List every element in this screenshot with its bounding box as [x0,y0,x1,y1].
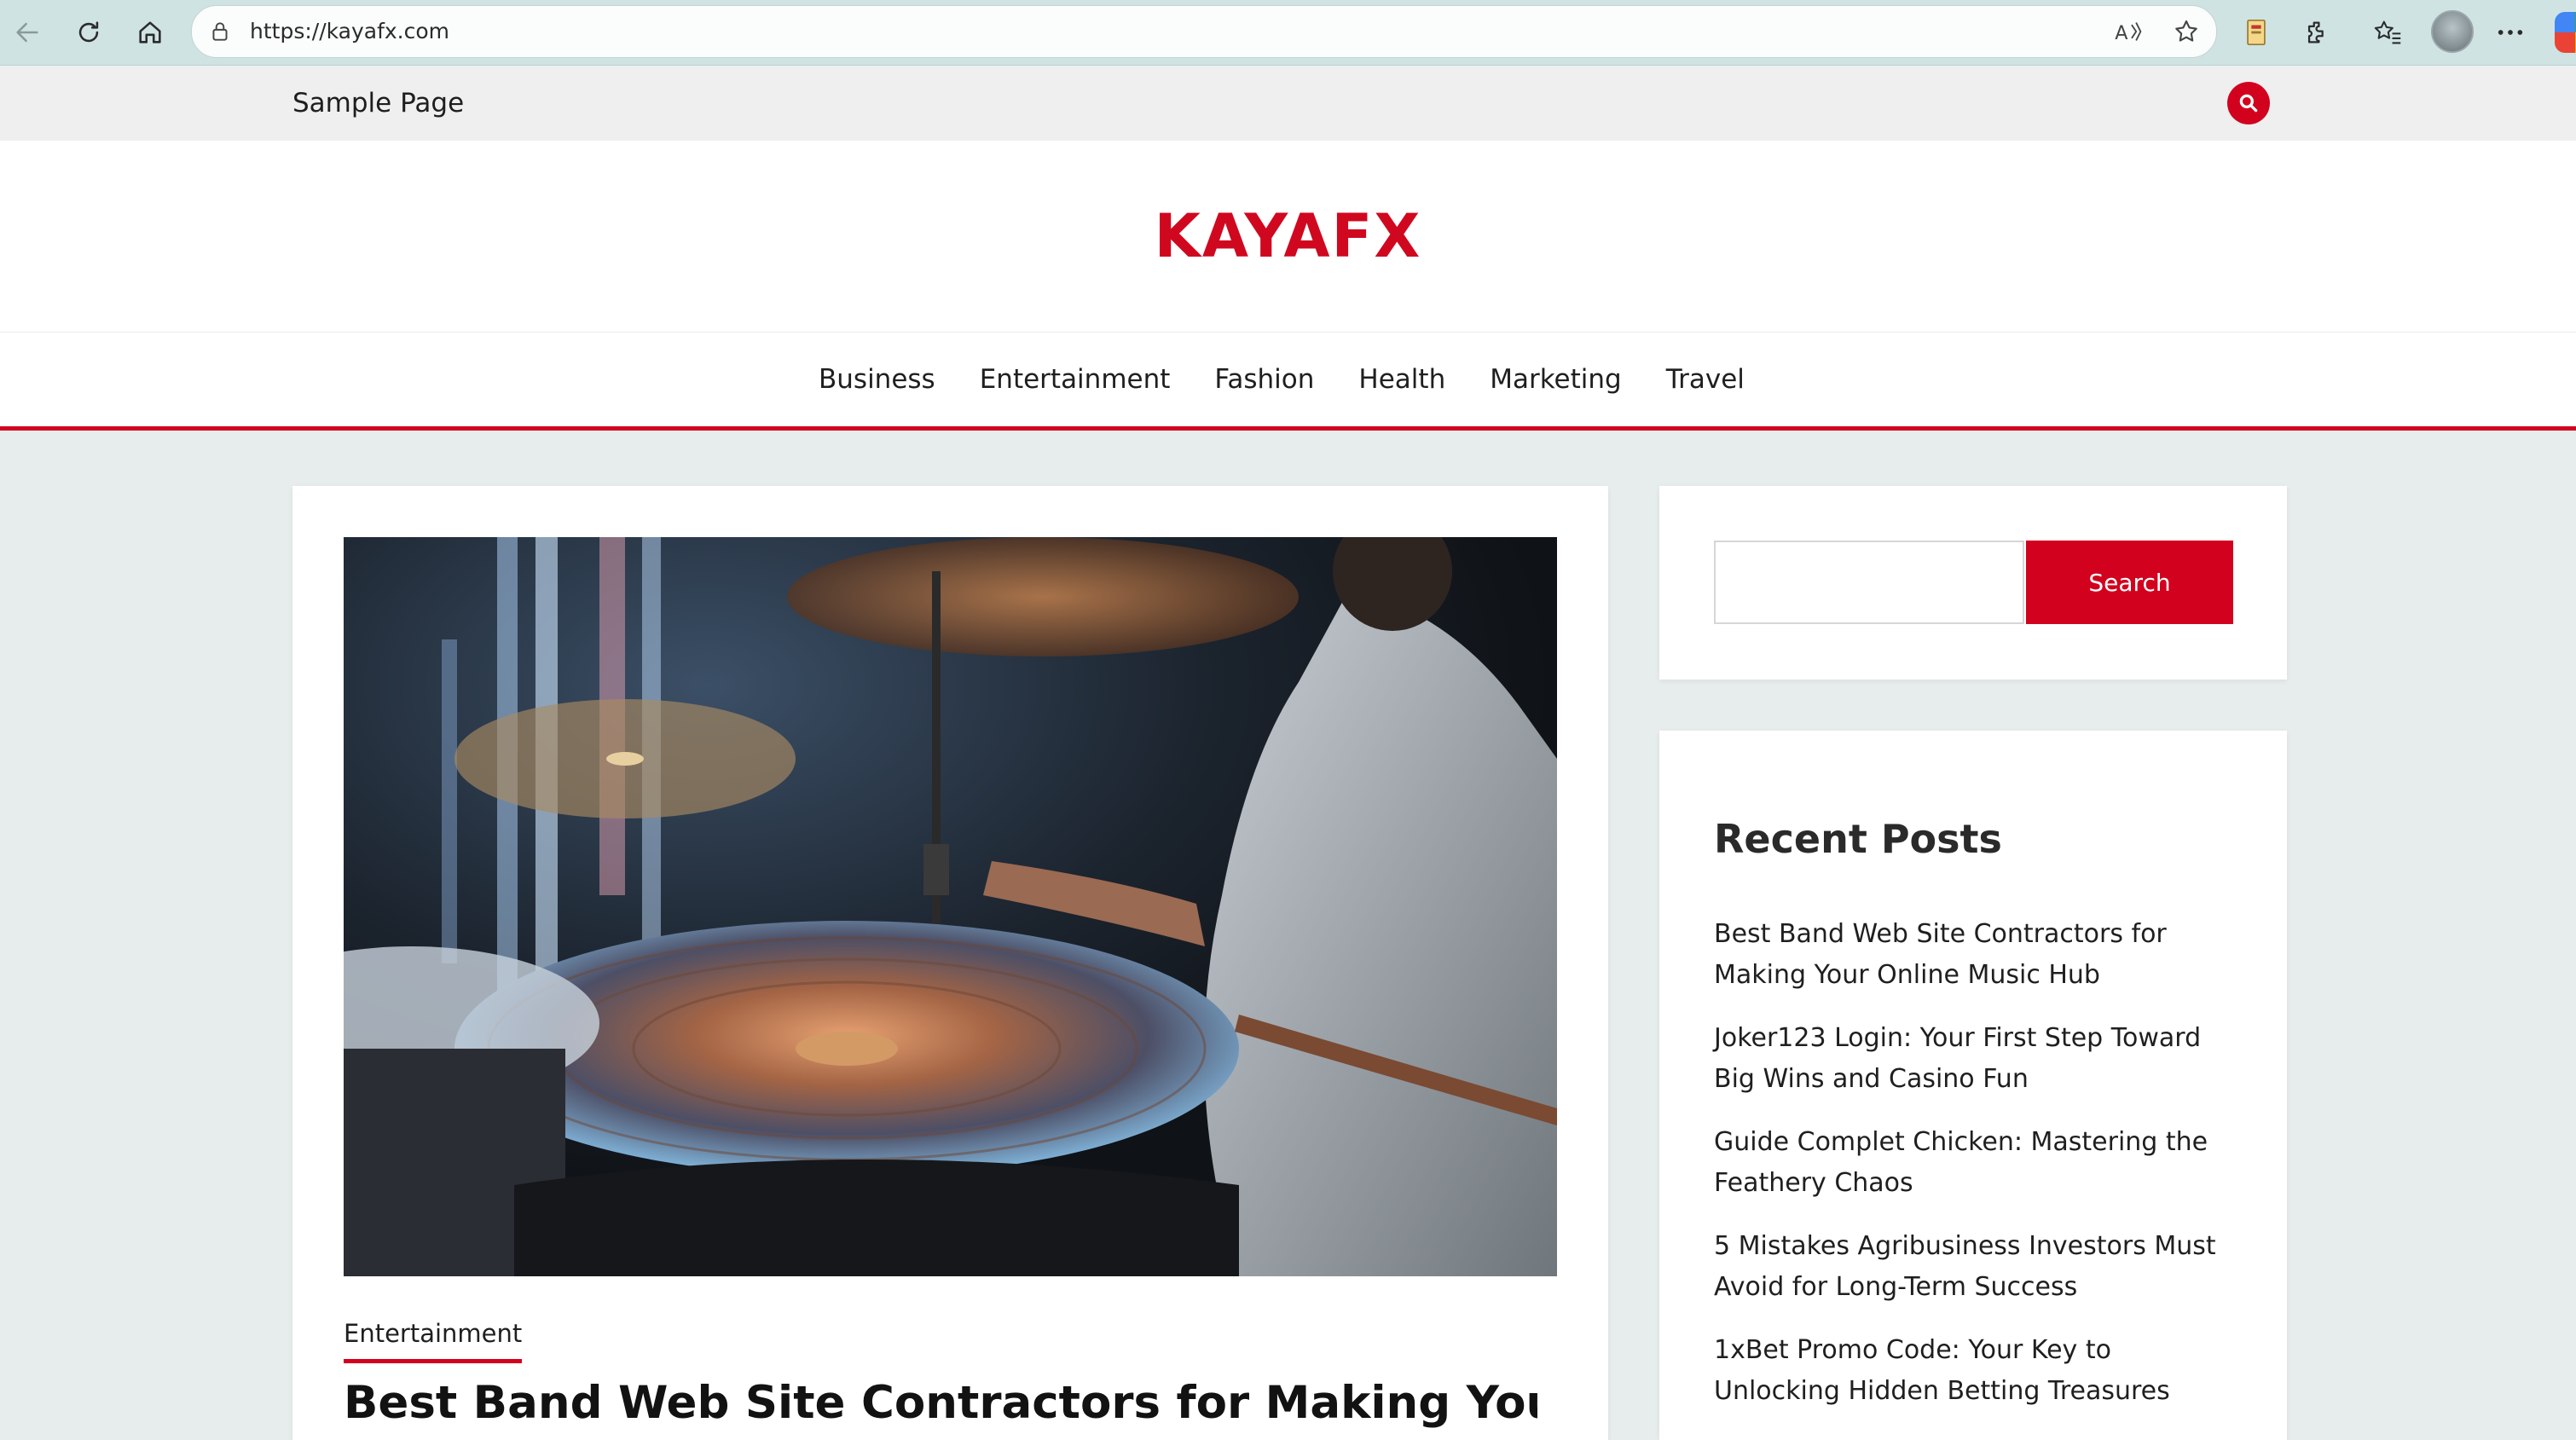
recent-post-link[interactable]: Guide Complet Chicken: Mastering the Fea… [1714,1122,2243,1204]
recent-post-link[interactable]: 5 Mistakes Agribusiness Investors Must A… [1714,1226,2243,1308]
menu-item-health[interactable]: Health [1358,364,1445,395]
refresh-icon[interactable] [68,12,109,53]
sample-page-link[interactable]: Sample Page [292,66,464,141]
featured-image[interactable] [344,537,1557,1276]
menu-item-business[interactable]: Business [819,364,935,395]
post-title-link[interactable]: Best Band Web Site Contractors for Makin… [344,1369,1537,1440]
profile-avatar[interactable] [2431,10,2474,53]
site-header: KAYAFX [0,141,2576,333]
primary-menu: Business Entertainment Fashion Health Ma… [0,333,2576,431]
url-text[interactable]: https://kayafx.com [250,6,449,57]
search-icon[interactable] [2227,82,2270,124]
menu-item-travel[interactable]: Travel [1666,364,1745,395]
browser-toolbar: https://kayafx.com A [0,0,2576,66]
address-bar[interactable]: https://kayafx.com A [191,5,2217,58]
favorites-icon[interactable] [2367,12,2408,53]
more-icon[interactable] [2490,12,2531,53]
sidebar-search-widget: Search [1659,486,2287,680]
search-input[interactable] [1714,541,2024,624]
back-icon[interactable] [7,12,48,53]
copilot-icon[interactable] [2555,12,2576,53]
read-aloud-icon[interactable]: A [2114,18,2143,45]
recent-post-link[interactable]: 1xBet Promo Code: Your Key to Unlocking … [1714,1330,2243,1412]
menu-item-marketing[interactable]: Marketing [1490,364,1622,395]
favorite-star-icon[interactable] [2172,18,2201,45]
menu-item-entertainment[interactable]: Entertainment [980,364,1171,395]
search-button[interactable]: Search [2026,541,2233,624]
lock-icon[interactable] [209,20,231,43]
recent-post-link[interactable]: Best Band Web Site Contractors for Makin… [1714,914,2243,996]
drummer-image [344,537,1557,1276]
site-logo[interactable]: KAYAFX [0,141,2576,332]
post-category-link[interactable]: Entertainment [344,1315,523,1363]
menu-item-fashion[interactable]: Fashion [1214,364,1314,395]
collections-icon[interactable] [2236,12,2277,53]
post-card: Entertainment Best Band Web Site Contrac… [292,486,1608,1440]
recent-posts-widget: Recent Posts Best Band Web Site Contract… [1659,731,2287,1440]
recent-post-link[interactable]: Joker123 Login: Your First Step Toward B… [1714,1018,2243,1100]
home-icon[interactable] [130,12,171,53]
extensions-icon[interactable] [2297,12,2338,53]
recent-posts-title: Recent Posts [1714,816,2002,862]
svg-text:A: A [2115,22,2128,44]
site-top-bar: Sample Page [0,66,2576,141]
